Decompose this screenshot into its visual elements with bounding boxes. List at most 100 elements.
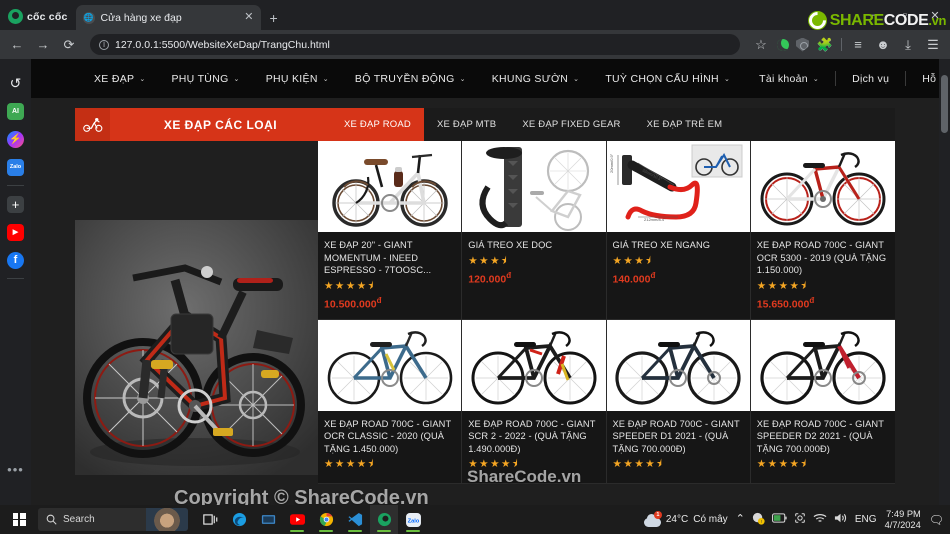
- product-card[interactable]: XE ĐẠP ROAD 700C - GIANT SPEEDER D2 2021…: [750, 319, 895, 484]
- volume-icon[interactable]: [834, 512, 848, 527]
- product-info: GIÁ TREO XE NGANG ★ ★ ★ ⯨ 140.000đ: [607, 232, 750, 294]
- product-image: [606, 319, 750, 411]
- reading-list-icon[interactable]: ≡: [849, 37, 867, 52]
- search-input[interactable]: Search: [38, 508, 188, 531]
- sidebar-item-messenger[interactable]: ⚡: [0, 125, 31, 153]
- product-price: 120.000đ: [468, 271, 599, 286]
- category-tab-fixed-gear[interactable]: XE ĐẠP FIXED GEAR: [509, 108, 633, 141]
- red-white-road-bike-illustration: [752, 141, 893, 232]
- nav-item-phu-tung[interactable]: PHỤ TÙNG ⌄: [159, 73, 253, 85]
- address-bar[interactable]: i 127.0.0.1:5500/WebsiteXeDap/TrangChu.h…: [90, 34, 740, 55]
- edge-icon[interactable]: [225, 505, 253, 534]
- sidebar-item-add[interactable]: +: [0, 190, 31, 218]
- sidebar-item-facebook[interactable]: f: [0, 246, 31, 274]
- forward-icon[interactable]: →: [34, 37, 52, 52]
- sidebar-item-youtube[interactable]: ▶: [0, 218, 31, 246]
- nav-item-khung-suon[interactable]: KHUNG SƯỜN ⌄: [479, 73, 593, 85]
- update-icon[interactable]: !: [752, 512, 765, 528]
- sidebar-item-more[interactable]: •••: [0, 455, 31, 483]
- running-indicator: [377, 530, 391, 532]
- scrollbar-thumb[interactable]: [941, 75, 948, 133]
- price-currency: đ: [650, 271, 656, 280]
- sidebar-item-history[interactable]: ↺: [0, 69, 31, 97]
- product-image: 20mm/0.9" 32mm/10.5" 212mm/8.4": [606, 141, 750, 232]
- windows-taskbar: Search Zalo 1 24°C Có mây ⌃ ! ENG 7:49 P…: [0, 505, 950, 534]
- product-title: GIÁ TREO XE NGANG: [612, 240, 711, 250]
- product-card[interactable]: XE ĐẠP ROAD 700C - GIANT SPEEDER D1 2021…: [606, 319, 751, 484]
- blue-road-bike-illustration: [319, 319, 460, 411]
- nav-item-xe-dap[interactable]: XE ĐẠP ⌄: [81, 73, 159, 85]
- product-rating: ★ ★ ★ ★ ⯨: [324, 458, 374, 470]
- profile-icon[interactable]: ☻: [874, 37, 892, 52]
- youtube-icon[interactable]: [283, 505, 311, 534]
- chevron-down-icon: ⌄: [139, 75, 146, 83]
- wifi-icon[interactable]: [813, 513, 827, 527]
- downloads-icon[interactable]: ⤓: [899, 37, 917, 53]
- coccoc-icon[interactable]: [370, 505, 398, 534]
- bookmark-star-icon[interactable]: ☆: [752, 37, 770, 53]
- chevron-down-icon: ⌄: [233, 75, 240, 83]
- page-scrollbar[interactable]: [939, 59, 950, 505]
- notification-icon[interactable]: 🗨: [929, 513, 944, 527]
- menu-icon[interactable]: ☰: [924, 37, 942, 53]
- language-indicator[interactable]: ENG: [855, 514, 877, 525]
- svg-text:212mm/8.4": 212mm/8.4": [644, 217, 666, 222]
- nav-item-dich-vu[interactable]: Dịch vụ: [836, 73, 905, 85]
- product-card[interactable]: XE ĐẠP ROAD 700C - GIANT OCR CLASSIC - 2…: [318, 319, 463, 484]
- nav-item-phu-kien[interactable]: PHỤ KIỆN ⌄: [253, 73, 342, 85]
- chrome-icon[interactable]: [312, 505, 340, 534]
- adblock-shield-icon[interactable]: [796, 37, 809, 52]
- file-explorer-icon[interactable]: [254, 505, 282, 534]
- product-card[interactable]: XE ĐẠP ROAD 700C - GIANT SCR 2 - 2022 - …: [462, 319, 607, 484]
- product-rating: ★ ★ ★ ★ ⯨: [756, 458, 807, 470]
- browser-tab[interactable]: 🌐 Cửa hàng xe đạp ✕: [75, 5, 261, 30]
- product-title: XE ĐẠP ROAD 700C - GIANT OCR CLASSIC - 2…: [324, 418, 452, 454]
- nav-right-group: Tài khoản ⌄ Dịch vụ Hỗ trợ: [743, 71, 950, 87]
- nav-item-bo-truyen-dong[interactable]: BỘ TRUYỀN ĐỘNG ⌄: [342, 73, 479, 85]
- battery-icon[interactable]: [771, 513, 787, 526]
- product-price: 10.500.000đ: [324, 296, 455, 311]
- sharecode-watermark-logo: SHARECODE.vn: [807, 11, 946, 30]
- svg-text:Zalo: Zalo: [407, 518, 419, 524]
- new-tab-button[interactable]: +: [261, 10, 287, 30]
- camera-icon[interactable]: [794, 512, 806, 527]
- chevron-up-icon[interactable]: ⌃: [736, 514, 745, 525]
- sidebar-item-zalo[interactable]: Zalo: [0, 153, 31, 181]
- extensions-icon[interactable]: 🧩: [816, 37, 834, 53]
- night-mode-icon[interactable]: [777, 38, 789, 51]
- coccoc-mark-icon: [8, 9, 23, 24]
- start-button[interactable]: [0, 513, 38, 526]
- nav-label: KHUNG SƯỜN: [491, 72, 569, 85]
- nav-item-tai-khoan[interactable]: Tài khoản ⌄: [743, 73, 835, 85]
- tab-close-icon[interactable]: ✕: [244, 12, 253, 23]
- category-tab-road[interactable]: XE ĐẠP ROAD: [331, 108, 424, 141]
- product-card[interactable]: 20mm/0.9" 32mm/10.5" 212mm/8.4" GIÁ TREO…: [606, 141, 751, 320]
- nav-item-tuy-chon-cau-hinh[interactable]: TUỲ CHỌN CẤU HÌNH ⌄: [592, 73, 743, 85]
- task-view-icon[interactable]: [196, 505, 224, 534]
- product-info: XE ĐẠP 20" - GIANT MOMENTUM - INEED ESPR…: [318, 232, 461, 319]
- product-card[interactable]: XE ĐẠP 20" - GIANT MOMENTUM - INEED ESPR…: [318, 141, 463, 320]
- hero-banner[interactable]: [75, 220, 318, 484]
- vscode-icon[interactable]: [341, 505, 369, 534]
- coccoc-sidebar: ↺ AI ⚡ Zalo + ▶ f •••: [0, 59, 31, 505]
- sharecode-share-text: SHARE: [829, 11, 884, 29]
- chevron-down-icon: ⌄: [573, 75, 580, 83]
- site-info-icon[interactable]: i: [99, 39, 109, 50]
- sidebar-item-ai[interactable]: AI: [0, 97, 31, 125]
- product-card[interactable]: GIÁ TREO XE DỌC ★ ★ ★ ⯨ 120.000đ: [462, 141, 607, 320]
- back-icon[interactable]: ←: [8, 37, 26, 52]
- reload-icon[interactable]: ⟳: [60, 37, 78, 53]
- category-main-button[interactable]: XE ĐẠP CÁC LOẠI: [75, 108, 331, 141]
- clock[interactable]: 7:49 PM 4/7/2024: [885, 509, 921, 531]
- search-highlight-thumbnail: [146, 508, 188, 531]
- zalo-icon[interactable]: Zalo: [399, 505, 427, 534]
- category-tab-tre-em[interactable]: XE ĐẠP TRẺ EM: [634, 108, 736, 141]
- category-tab-mtb[interactable]: XE ĐẠP MTB: [424, 108, 509, 141]
- sharecode-mark-icon: [807, 11, 827, 30]
- running-indicator: [319, 530, 333, 532]
- zalo-icon: Zalo: [7, 158, 24, 176]
- product-card[interactable]: XE ĐẠP ROAD 700C - GIANT OCR 5300 - 2019…: [750, 141, 895, 320]
- nav-label: Dịch vụ: [852, 72, 890, 85]
- weather-widget[interactable]: 1 24°C Có mây: [643, 510, 728, 527]
- product-image: [318, 141, 462, 232]
